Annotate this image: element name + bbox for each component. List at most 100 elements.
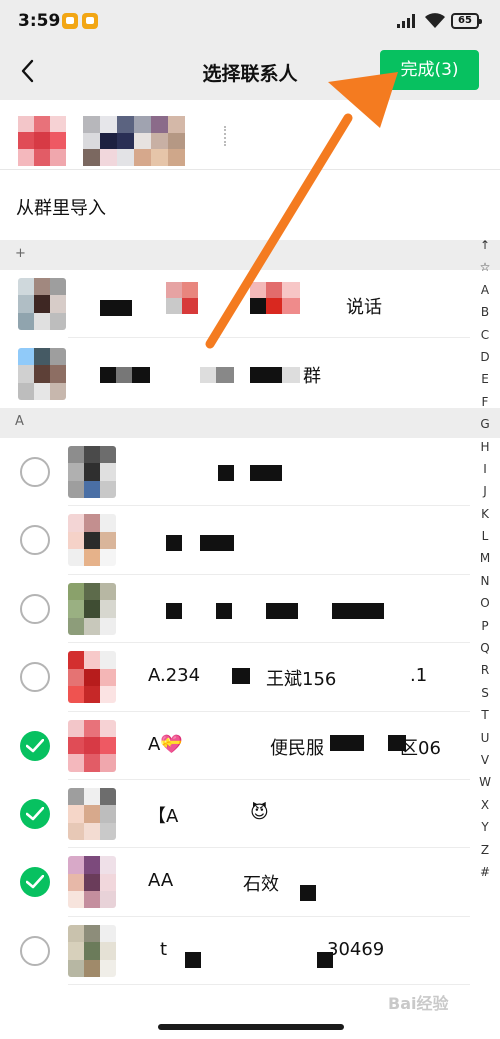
selected-avatar[interactable] — [83, 116, 185, 166]
index-letter[interactable]: B — [474, 301, 496, 323]
contact-name: 【A — [148, 806, 179, 827]
redaction-block — [332, 602, 348, 619]
redaction-block — [166, 534, 182, 551]
index-letter[interactable]: T — [474, 704, 496, 726]
index-letter[interactable]: I — [474, 458, 496, 480]
redaction-block — [185, 951, 201, 968]
notification-app-icon — [82, 13, 98, 29]
redaction-block — [200, 534, 216, 551]
contact-avatar — [68, 582, 116, 635]
contact-name: t — [160, 938, 168, 960]
index-letter[interactable]: P — [474, 615, 496, 637]
contact-avatar — [68, 446, 116, 498]
index-letter[interactable]: X — [474, 794, 496, 816]
index-letter[interactable]: A — [474, 279, 496, 301]
redaction-block — [250, 465, 282, 481]
index-letter[interactable]: D — [474, 346, 496, 368]
import-from-group[interactable]: 从群里导入 — [0, 170, 500, 240]
index-letter[interactable]: S — [474, 682, 496, 704]
index-letter[interactable]: K — [474, 503, 496, 525]
index-letter[interactable]: C — [474, 324, 496, 346]
status-time: 3:59 — [18, 11, 61, 31]
contact-name: .1 — [410, 665, 428, 687]
group-name: 群 — [303, 366, 321, 387]
index-letter[interactable]: ☆ — [474, 256, 496, 278]
alphabet-index-bar[interactable]: ↑ ☆ A B C D E F G H I J K L M N O P Q R S T U V W X Y Z # — [474, 234, 496, 883]
contact-row[interactable] — [0, 438, 470, 507]
signal-icon — [397, 14, 419, 28]
wifi-icon — [424, 12, 446, 29]
group-avatar — [18, 278, 66, 330]
index-letter[interactable]: Y — [474, 816, 496, 838]
contact-row[interactable] — [0, 506, 470, 575]
group-name: 说话 — [346, 297, 382, 318]
checkbox[interactable] — [20, 593, 50, 624]
index-letter[interactable]: F — [474, 391, 496, 413]
check-icon — [26, 738, 44, 752]
contact-row[interactable]: A.234 王斌156 .1 — [0, 643, 470, 712]
check-icon — [26, 875, 44, 889]
index-letter[interactable]: Z — [474, 839, 496, 861]
section-header: A — [0, 408, 500, 438]
contact-name: A.234 — [148, 665, 201, 687]
notification-app-icon — [62, 13, 78, 29]
checkbox-checked[interactable] — [20, 799, 50, 829]
contact-row[interactable]: t 30469 — [0, 916, 470, 986]
index-letter[interactable]: ↑ — [474, 234, 496, 256]
contact-avatar — [68, 651, 116, 704]
redaction-block — [266, 602, 298, 619]
selected-contacts-strip[interactable] — [0, 100, 500, 170]
contact-row[interactable]: A💝 便民服 区06 — [0, 711, 470, 780]
group-row[interactable]: 群 — [0, 338, 470, 408]
redaction-block — [348, 602, 384, 619]
index-letter[interactable]: H — [474, 436, 496, 458]
index-letter[interactable]: # — [474, 861, 496, 883]
contact-avatar — [68, 719, 116, 772]
redaction-block — [218, 465, 234, 481]
checkbox[interactable] — [20, 525, 50, 556]
redaction-block — [330, 734, 364, 751]
index-letter[interactable]: Q — [474, 637, 496, 659]
index-letter[interactable]: N — [474, 570, 496, 592]
import-from-group-label: 从群里导入 — [16, 198, 106, 219]
contact-avatar — [68, 788, 116, 840]
checkbox[interactable] — [20, 935, 50, 966]
group-avatar — [18, 348, 66, 400]
redaction-block — [166, 602, 182, 619]
redaction-block — [216, 534, 234, 551]
index-letter[interactable]: L — [474, 525, 496, 547]
index-letter[interactable]: R — [474, 659, 496, 681]
contact-row[interactable]: 【A 😈 — [0, 780, 470, 849]
contact-name: 区06 — [400, 737, 441, 759]
check-icon — [26, 807, 44, 821]
contact-avatar — [68, 514, 116, 567]
battery-icon: 65 — [451, 13, 482, 29]
index-letter[interactable]: W — [474, 771, 496, 793]
index-letter[interactable]: O — [474, 592, 496, 614]
contact-row[interactable]: AA 石效 — [0, 848, 470, 917]
section-header: + — [0, 240, 500, 270]
checkbox[interactable] — [20, 457, 50, 487]
index-letter[interactable]: V — [474, 749, 496, 771]
checkbox-checked[interactable] — [20, 867, 50, 898]
checkbox-checked[interactable] — [20, 730, 50, 761]
group-row[interactable]: 说话 — [0, 270, 470, 338]
contact-avatar — [68, 856, 116, 909]
redaction-block — [232, 667, 250, 684]
status-bar: 3:59 65 — [0, 0, 500, 42]
contact-name: A💝 — [148, 733, 183, 755]
redaction-block — [300, 884, 316, 901]
index-letter[interactable]: U — [474, 727, 496, 749]
index-letter[interactable]: J — [474, 480, 496, 502]
index-letter[interactable]: E — [474, 368, 496, 390]
contact-name: AA — [148, 870, 174, 892]
contact-row[interactable] — [0, 574, 470, 644]
index-letter[interactable]: G — [474, 413, 496, 435]
contact-name: 王斌156 — [266, 669, 337, 691]
index-letter[interactable]: M — [474, 547, 496, 569]
checkbox[interactable] — [20, 662, 50, 693]
search-input[interactable] — [224, 126, 232, 146]
selected-avatar[interactable] — [18, 116, 66, 166]
done-button[interactable]: 完成(3) — [380, 50, 479, 90]
home-indicator[interactable] — [158, 1024, 344, 1030]
